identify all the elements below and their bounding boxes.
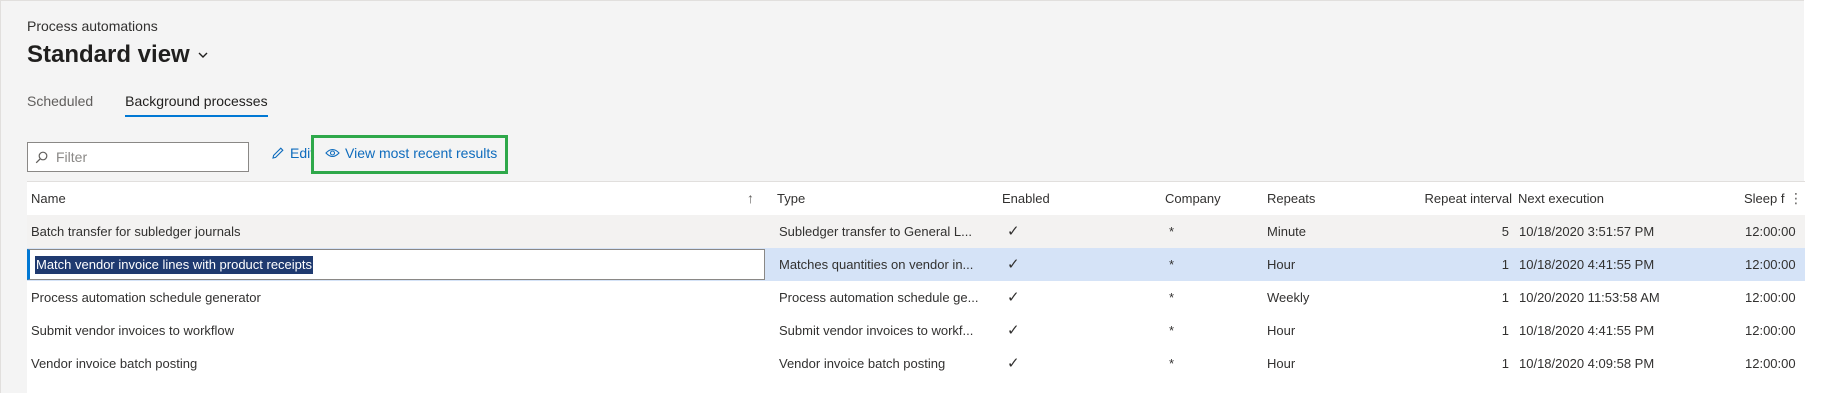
tab-bar: Scheduled Background processes: [27, 93, 268, 117]
cell-name: Batch transfer for subledger journals: [31, 224, 241, 239]
view-results-label: View most recent results: [345, 145, 498, 161]
cell-repeat-interval: 1: [1501, 323, 1509, 338]
table-row[interactable]: Batch transfer for subledger journals Su…: [27, 215, 1805, 248]
cell-repeat-interval: 5: [1501, 224, 1509, 239]
cell-type: Process automation schedule ge...: [779, 290, 979, 305]
column-header-next-execution[interactable]: Next execution: [1518, 182, 1698, 215]
page-caption: Process automations: [27, 18, 158, 34]
filter-input[interactable]: [54, 148, 238, 166]
processes-grid: Name ↑ Type Enabled Company Repeats Repe…: [27, 181, 1805, 395]
column-header-type[interactable]: Type: [777, 182, 977, 215]
column-header-repeat-interval[interactable]: Repeat interval: [1367, 182, 1512, 215]
check-icon: ✓: [1007, 223, 1020, 240]
cell-next-execution: 10/20/2020 11:53:58 AM: [1519, 290, 1660, 305]
cell-next-execution: 10/18/2020 3:51:57 PM: [1519, 224, 1655, 239]
search-icon: [35, 151, 48, 163]
tab-background-processes[interactable]: Background processes: [125, 93, 268, 117]
eye-icon: [325, 148, 340, 158]
cell-repeats: Hour: [1267, 356, 1296, 371]
tab-scheduled[interactable]: Scheduled: [27, 93, 93, 117]
table-row-selected[interactable]: Match vendor invoice lines with product …: [27, 248, 1805, 281]
column-header-enabled[interactable]: Enabled: [1002, 182, 1122, 215]
column-header-name[interactable]: Name: [31, 182, 331, 215]
check-icon: ✓: [1007, 256, 1020, 273]
cell-sleep: 12:00:00: [1745, 224, 1796, 239]
cell-repeats: Minute: [1267, 224, 1307, 239]
cell-next-execution: 10/18/2020 4:41:55 PM: [1519, 323, 1655, 338]
cell-name: Vendor invoice batch posting: [31, 356, 198, 371]
cell-sleep: 12:00:00: [1745, 290, 1796, 305]
pencil-icon: [272, 147, 284, 159]
view-selector[interactable]: Standard view: [27, 41, 210, 69]
cell-sleep: 12:00:00: [1745, 323, 1796, 338]
name-edit-field[interactable]: Match vendor invoice lines with product …: [27, 249, 765, 280]
table-row[interactable]: Vendor invoice batch posting Vendor invo…: [27, 347, 1805, 380]
column-header-repeats[interactable]: Repeats: [1267, 182, 1357, 215]
column-header-sleep[interactable]: Sleep f: [1744, 182, 1789, 215]
table-row[interactable]: Submit vendor invoices to workflow Submi…: [27, 314, 1805, 347]
cell-next-execution: 10/18/2020 4:41:55 PM: [1519, 257, 1655, 272]
cell-next-execution: 10/18/2020 4:09:58 PM: [1519, 356, 1655, 371]
cell-name: Submit vendor invoices to workflow: [31, 323, 235, 338]
cell-type: Vendor invoice batch posting: [779, 356, 946, 371]
grid-header: Name ↑ Type Enabled Company Repeats Repe…: [27, 182, 1805, 216]
view-name: Standard view: [27, 41, 190, 68]
cell-repeats: Weekly: [1267, 290, 1310, 305]
cell-type: Submit vendor invoices to workf...: [779, 323, 974, 338]
cell-sleep: 12:00:00: [1745, 257, 1796, 272]
cell-type: Matches quantities on vendor in...: [779, 257, 974, 272]
check-icon: ✓: [1007, 289, 1020, 306]
cell-sleep: 12:00:00: [1745, 356, 1796, 371]
cell-repeats: Hour: [1267, 257, 1296, 272]
check-icon: ✓: [1007, 355, 1020, 372]
more-options-icon[interactable]: ⋮: [1789, 182, 1803, 215]
check-icon: ✓: [1007, 322, 1020, 339]
table-row[interactable]: Process automation schedule generator Pr…: [27, 281, 1805, 314]
cell-repeat-interval: 1: [1501, 290, 1509, 305]
process-automations-panel: Process automations Standard view Schedu…: [0, 0, 1805, 395]
cell-company: *: [1169, 323, 1175, 338]
cell-repeat-interval: 1: [1501, 356, 1509, 371]
chevron-down-icon: [198, 52, 208, 58]
sort-ascending-icon[interactable]: ↑: [747, 190, 754, 206]
cell-company: *: [1169, 224, 1175, 239]
cell-company: *: [1169, 257, 1175, 272]
cell-company: *: [1169, 356, 1175, 371]
filter-box[interactable]: [27, 142, 249, 172]
cell-repeats: Hour: [1267, 323, 1296, 338]
cell-name-selected-text: Match vendor invoice lines with product …: [35, 256, 314, 274]
cell-repeat-interval: 1: [1501, 257, 1509, 272]
cell-type: Subledger transfer to General L...: [779, 224, 972, 239]
column-header-company[interactable]: Company: [1165, 182, 1255, 215]
edit-button[interactable]: Edit: [271, 145, 314, 161]
cell-company: *: [1169, 290, 1175, 305]
cell-name: Process automation schedule generator: [31, 290, 261, 305]
view-most-recent-results-button[interactable]: View most recent results: [325, 145, 497, 161]
